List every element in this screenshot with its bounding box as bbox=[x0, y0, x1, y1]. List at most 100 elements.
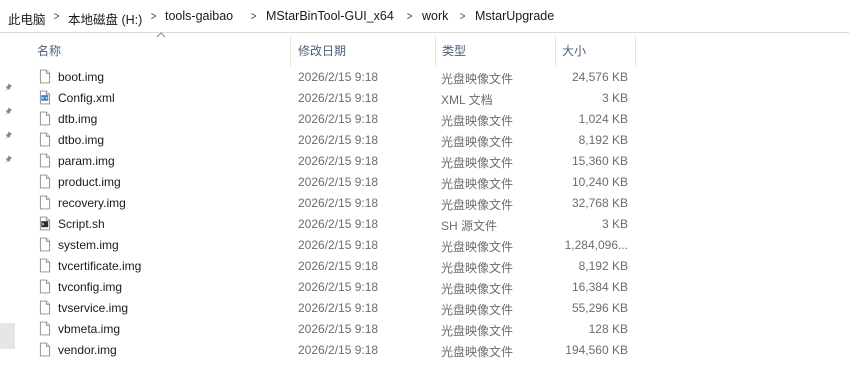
file-date: 2026/2/15 9:18 bbox=[298, 280, 379, 294]
file-date: 2026/2/15 9:18 bbox=[298, 301, 379, 315]
file-row[interactable]: Script.sh 2026/2/15 9:18 SH 源文件 3 KB bbox=[30, 213, 640, 234]
file-row[interactable]: product.img 2026/2/15 9:18 光盘映像文件 10,240 KB bbox=[30, 171, 640, 192]
breadcrumb-item-mstarupgrade[interactable]: MstarUpgrade bbox=[475, 9, 554, 23]
file-name: system.img bbox=[58, 238, 119, 252]
file-date: 2026/2/15 9:18 bbox=[298, 343, 379, 357]
breadcrumb-item-work[interactable]: work bbox=[422, 9, 448, 23]
file-size: 1,284,096... bbox=[564, 238, 628, 252]
file-name: tvcertificate.img bbox=[58, 259, 142, 273]
file-date: 2026/2/15 9:18 bbox=[298, 154, 379, 168]
file-icon bbox=[39, 300, 51, 315]
file-icon bbox=[39, 174, 51, 189]
file-date: 2026/2/15 9:18 bbox=[298, 196, 379, 210]
chevron-right-icon[interactable]: > bbox=[251, 9, 257, 23]
file-icon bbox=[39, 342, 51, 357]
chevron-right-icon[interactable]: > bbox=[54, 9, 60, 23]
file-row[interactable]: dtb.img 2026/2/15 9:18 光盘映像文件 1,024 KB bbox=[30, 108, 640, 129]
file-size: 15,360 KB bbox=[571, 154, 628, 168]
xml-file-icon bbox=[39, 90, 51, 105]
breadcrumb-item-drive[interactable]: 本地磁盘 (H:) bbox=[68, 9, 142, 28]
file-row[interactable]: vbmeta.img 2026/2/15 9:18 光盘映像文件 128 KB bbox=[30, 318, 640, 339]
file-size: 10,240 KB bbox=[571, 175, 628, 189]
file-size: 16,384 KB bbox=[571, 280, 628, 294]
file-size: 24,576 KB bbox=[571, 70, 628, 84]
file-date: 2026/2/15 9:18 bbox=[298, 238, 379, 252]
file-type: 光盘映像文件 bbox=[441, 345, 514, 359]
file-date: 2026/2/15 9:18 bbox=[298, 259, 379, 273]
file-type: 光盘映像文件 bbox=[441, 282, 514, 296]
file-name: dtb.img bbox=[58, 112, 98, 126]
file-type: 光盘映像文件 bbox=[441, 177, 514, 191]
file-name: boot.img bbox=[58, 70, 105, 84]
file-name: vbmeta.img bbox=[58, 322, 121, 336]
pin-icon[interactable] bbox=[3, 83, 13, 93]
file-row[interactable]: vendor.img 2026/2/15 9:18 光盘映像文件 194,560 KB bbox=[30, 339, 640, 360]
file-row[interactable]: tvcertificate.img 2026/2/15 9:18 光盘映像文件 8,1… bbox=[30, 255, 640, 276]
file-icon bbox=[39, 153, 51, 168]
file-type: XML 文档 bbox=[441, 93, 493, 107]
column-divider[interactable] bbox=[555, 36, 556, 66]
file-name: tvservice.img bbox=[58, 301, 129, 315]
file-date: 2026/2/15 9:18 bbox=[298, 175, 379, 189]
file-name: vendor.img bbox=[58, 343, 117, 357]
file-name: product.img bbox=[58, 175, 121, 189]
nav-pane-scroll-region[interactable] bbox=[0, 323, 15, 349]
file-row[interactable]: boot.img 2026/2/15 9:18 光盘映像文件 24,576 KB bbox=[30, 66, 640, 87]
file-date: 2026/2/15 9:18 bbox=[298, 70, 379, 84]
file-size: 8,192 KB bbox=[578, 259, 628, 273]
sort-ascending-icon bbox=[156, 32, 166, 38]
chevron-right-icon[interactable]: > bbox=[151, 9, 157, 23]
script-file-icon bbox=[39, 216, 51, 231]
file-type: 光盘映像文件 bbox=[441, 261, 514, 275]
breadcrumb-item-tools-gaibao[interactable]: tools-gaibao bbox=[165, 9, 233, 23]
file-icon bbox=[39, 279, 51, 294]
file-row[interactable]: tvservice.img 2026/2/15 9:18 光盘映像文件 55,296 … bbox=[30, 297, 640, 318]
file-size: 128 KB bbox=[588, 322, 628, 336]
file-row[interactable]: tvconfig.img 2026/2/15 9:18 光盘映像文件 16,384 K… bbox=[30, 276, 640, 297]
column-header-date[interactable]: 修改日期 bbox=[298, 42, 346, 59]
column-divider[interactable] bbox=[435, 36, 436, 66]
file-icon bbox=[39, 69, 51, 84]
file-icon bbox=[39, 111, 51, 126]
pin-icon[interactable] bbox=[3, 155, 13, 165]
file-date: 2026/2/15 9:18 bbox=[298, 217, 379, 231]
file-row[interactable]: recovery.img 2026/2/15 9:18 光盘映像文件 32,768 K… bbox=[30, 192, 640, 213]
file-row[interactable]: dtbo.img 2026/2/15 9:18 光盘映像文件 8,192 KB bbox=[30, 129, 640, 150]
file-date: 2026/2/15 9:18 bbox=[298, 322, 379, 336]
file-size: 3 KB bbox=[601, 91, 628, 105]
chevron-right-icon[interactable]: > bbox=[407, 9, 413, 23]
file-type: 光盘映像文件 bbox=[441, 156, 514, 170]
breadcrumb-item-this-pc[interactable]: 此电脑 bbox=[8, 9, 46, 28]
file-type: 光盘映像文件 bbox=[441, 72, 514, 86]
file-type: 光盘映像文件 bbox=[441, 324, 514, 338]
file-name: param.img bbox=[58, 154, 115, 168]
file-type: SH 源文件 bbox=[441, 219, 498, 233]
column-divider[interactable] bbox=[635, 36, 636, 66]
file-name: Config.xml bbox=[58, 91, 115, 105]
breadcrumb: 此电脑 > 本地磁盘 (H:) > tools-gaibao > MStarBi… bbox=[0, 0, 849, 33]
file-name: dtbo.img bbox=[58, 133, 105, 147]
chevron-right-icon[interactable]: > bbox=[460, 9, 466, 23]
file-date: 2026/2/15 9:18 bbox=[298, 133, 379, 147]
pin-icon[interactable] bbox=[3, 131, 13, 141]
file-date: 2026/2/15 9:18 bbox=[298, 112, 379, 126]
file-type: 光盘映像文件 bbox=[441, 135, 514, 149]
file-row[interactable]: system.img 2026/2/15 9:18 光盘映像文件 1,284,096.… bbox=[30, 234, 640, 255]
breadcrumb-item-mstarbintool[interactable]: MStarBinTool-GUI_x64 bbox=[266, 9, 394, 23]
file-icon bbox=[39, 132, 51, 147]
file-size: 194,560 KB bbox=[565, 343, 628, 357]
file-size: 55,296 KB bbox=[571, 301, 628, 315]
pin-icon[interactable] bbox=[3, 107, 13, 117]
column-divider[interactable] bbox=[290, 36, 291, 66]
column-header-size[interactable]: 大小 bbox=[562, 42, 586, 59]
column-header-name[interactable]: 名称 bbox=[37, 42, 61, 59]
file-type: 光盘映像文件 bbox=[441, 198, 514, 212]
file-type: 光盘映像文件 bbox=[441, 114, 514, 128]
file-size: 1,024 KB bbox=[578, 112, 628, 126]
file-type: 光盘映像文件 bbox=[441, 240, 514, 254]
column-header-type[interactable]: 类型 bbox=[442, 42, 466, 59]
file-row[interactable]: param.img 2026/2/15 9:18 光盘映像文件 15,360 KB bbox=[30, 150, 640, 171]
file-icon bbox=[39, 195, 51, 210]
file-row[interactable]: Config.xml 2026/2/15 9:18 XML 文档 3 KB bbox=[30, 87, 640, 108]
file-icon bbox=[39, 258, 51, 273]
